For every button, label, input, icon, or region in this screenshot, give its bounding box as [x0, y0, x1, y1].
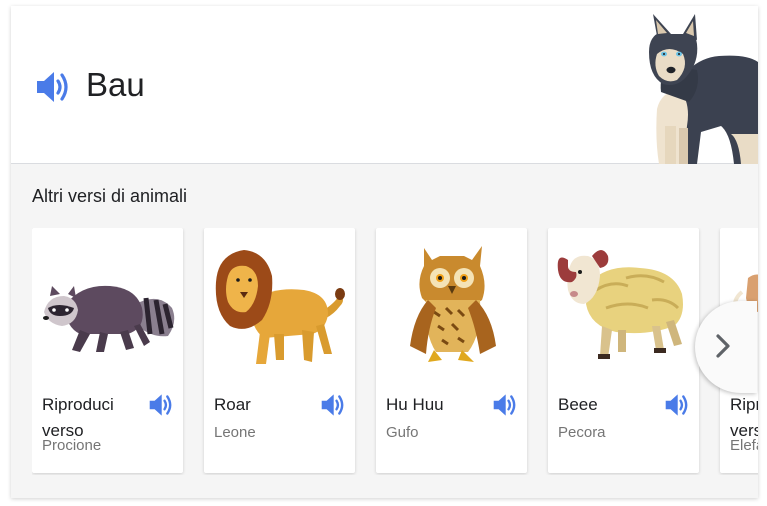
lion-image [215, 250, 345, 364]
speaker-icon[interactable] [492, 393, 518, 417]
animal-carousel: Riproduci verso Procione Roar Leone Hu H… [32, 228, 758, 475]
speaker-icon[interactable] [320, 393, 346, 417]
section-title: Altri versi di animali [32, 186, 188, 206]
main-sound-panel: Bau [11, 6, 758, 164]
animal-sound-label: Roar [214, 395, 251, 414]
speaker-icon[interactable] [664, 393, 690, 417]
animal-name-label: Gufo [386, 424, 419, 441]
raccoon-image [43, 285, 175, 352]
animal-card-pecora[interactable]: Beee Pecora [548, 228, 699, 473]
speaker-icon[interactable] [148, 393, 174, 417]
animal-name-label: Leone [214, 424, 256, 441]
speaker-icon[interactable] [35, 70, 71, 104]
animal-name-label: Procione [42, 437, 102, 454]
owl-image [410, 246, 496, 362]
main-sound-text: Bau [86, 66, 145, 103]
animal-sound-label: Hu Huu [386, 395, 444, 414]
sheep-image [557, 250, 683, 359]
animal-sounds-card: Bau Altri versi di animali Riproduci ver… [11, 6, 758, 498]
husky-dog-image [649, 14, 758, 164]
animal-name-label: Elefante [730, 437, 758, 454]
chevron-right-icon [716, 334, 730, 358]
animal-card-gufo[interactable]: Hu Huu Gufo [376, 228, 527, 473]
animal-name-label: Pecora [558, 424, 606, 441]
animal-card-leone[interactable]: Roar Leone [204, 228, 355, 473]
animal-card-procione[interactable]: Riproduci verso Procione [32, 228, 183, 473]
animal-sound-label: Beee [558, 395, 598, 414]
